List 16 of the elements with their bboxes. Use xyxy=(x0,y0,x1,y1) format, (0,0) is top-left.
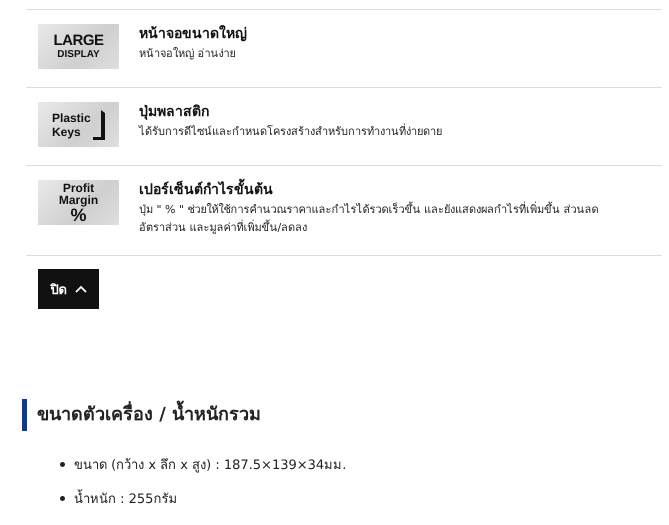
close-button[interactable]: ปิด xyxy=(38,269,99,309)
feature-title: ปุ่มพลาสติก xyxy=(139,103,210,121)
feature-title: เปอร์เซ็นต์กำไรขั้นต้น xyxy=(139,181,629,199)
section-heading: ขนาดตัวเครื่อง / น้ำหนักรวม xyxy=(22,399,669,431)
feature-description: ปุ่ม " % " ช่วยให้ใช้การคำนวณราคาและกำไรได้รวดเร็วขึ้น และยังแสดงผลกำไรที่เพิ่มขึ้น ส่วนลด อัตราส่วน และมูลค่าที่เพิ่มขึ้น/ลดลง xyxy=(139,201,600,236)
feature-title: หน้าจอขนาดใหญ่ xyxy=(139,25,247,43)
spec-item: ขนาด (กว้าง x ลึก x สูง) : 187.5×139×34มม. xyxy=(74,456,346,474)
feature-badge: Profit Margin % xyxy=(38,180,119,225)
bullet-icon xyxy=(60,496,65,500)
feature-badge: Plastic Keys xyxy=(38,102,119,147)
spec-item: น้ำหนัก : 255กรัม xyxy=(74,488,178,508)
bullet-icon xyxy=(60,462,65,466)
feature-description: หน้าจอใหญ่ อ่านง่าย xyxy=(139,46,236,62)
feature-badge: LARGE DISPLAY xyxy=(38,24,119,69)
chevron-up-icon xyxy=(74,285,86,293)
feature-description: ได้รับการดีไซน์และกำหนดโครงสร้างสำหรับการทำงานที่ง่ายดาย xyxy=(139,123,442,140)
